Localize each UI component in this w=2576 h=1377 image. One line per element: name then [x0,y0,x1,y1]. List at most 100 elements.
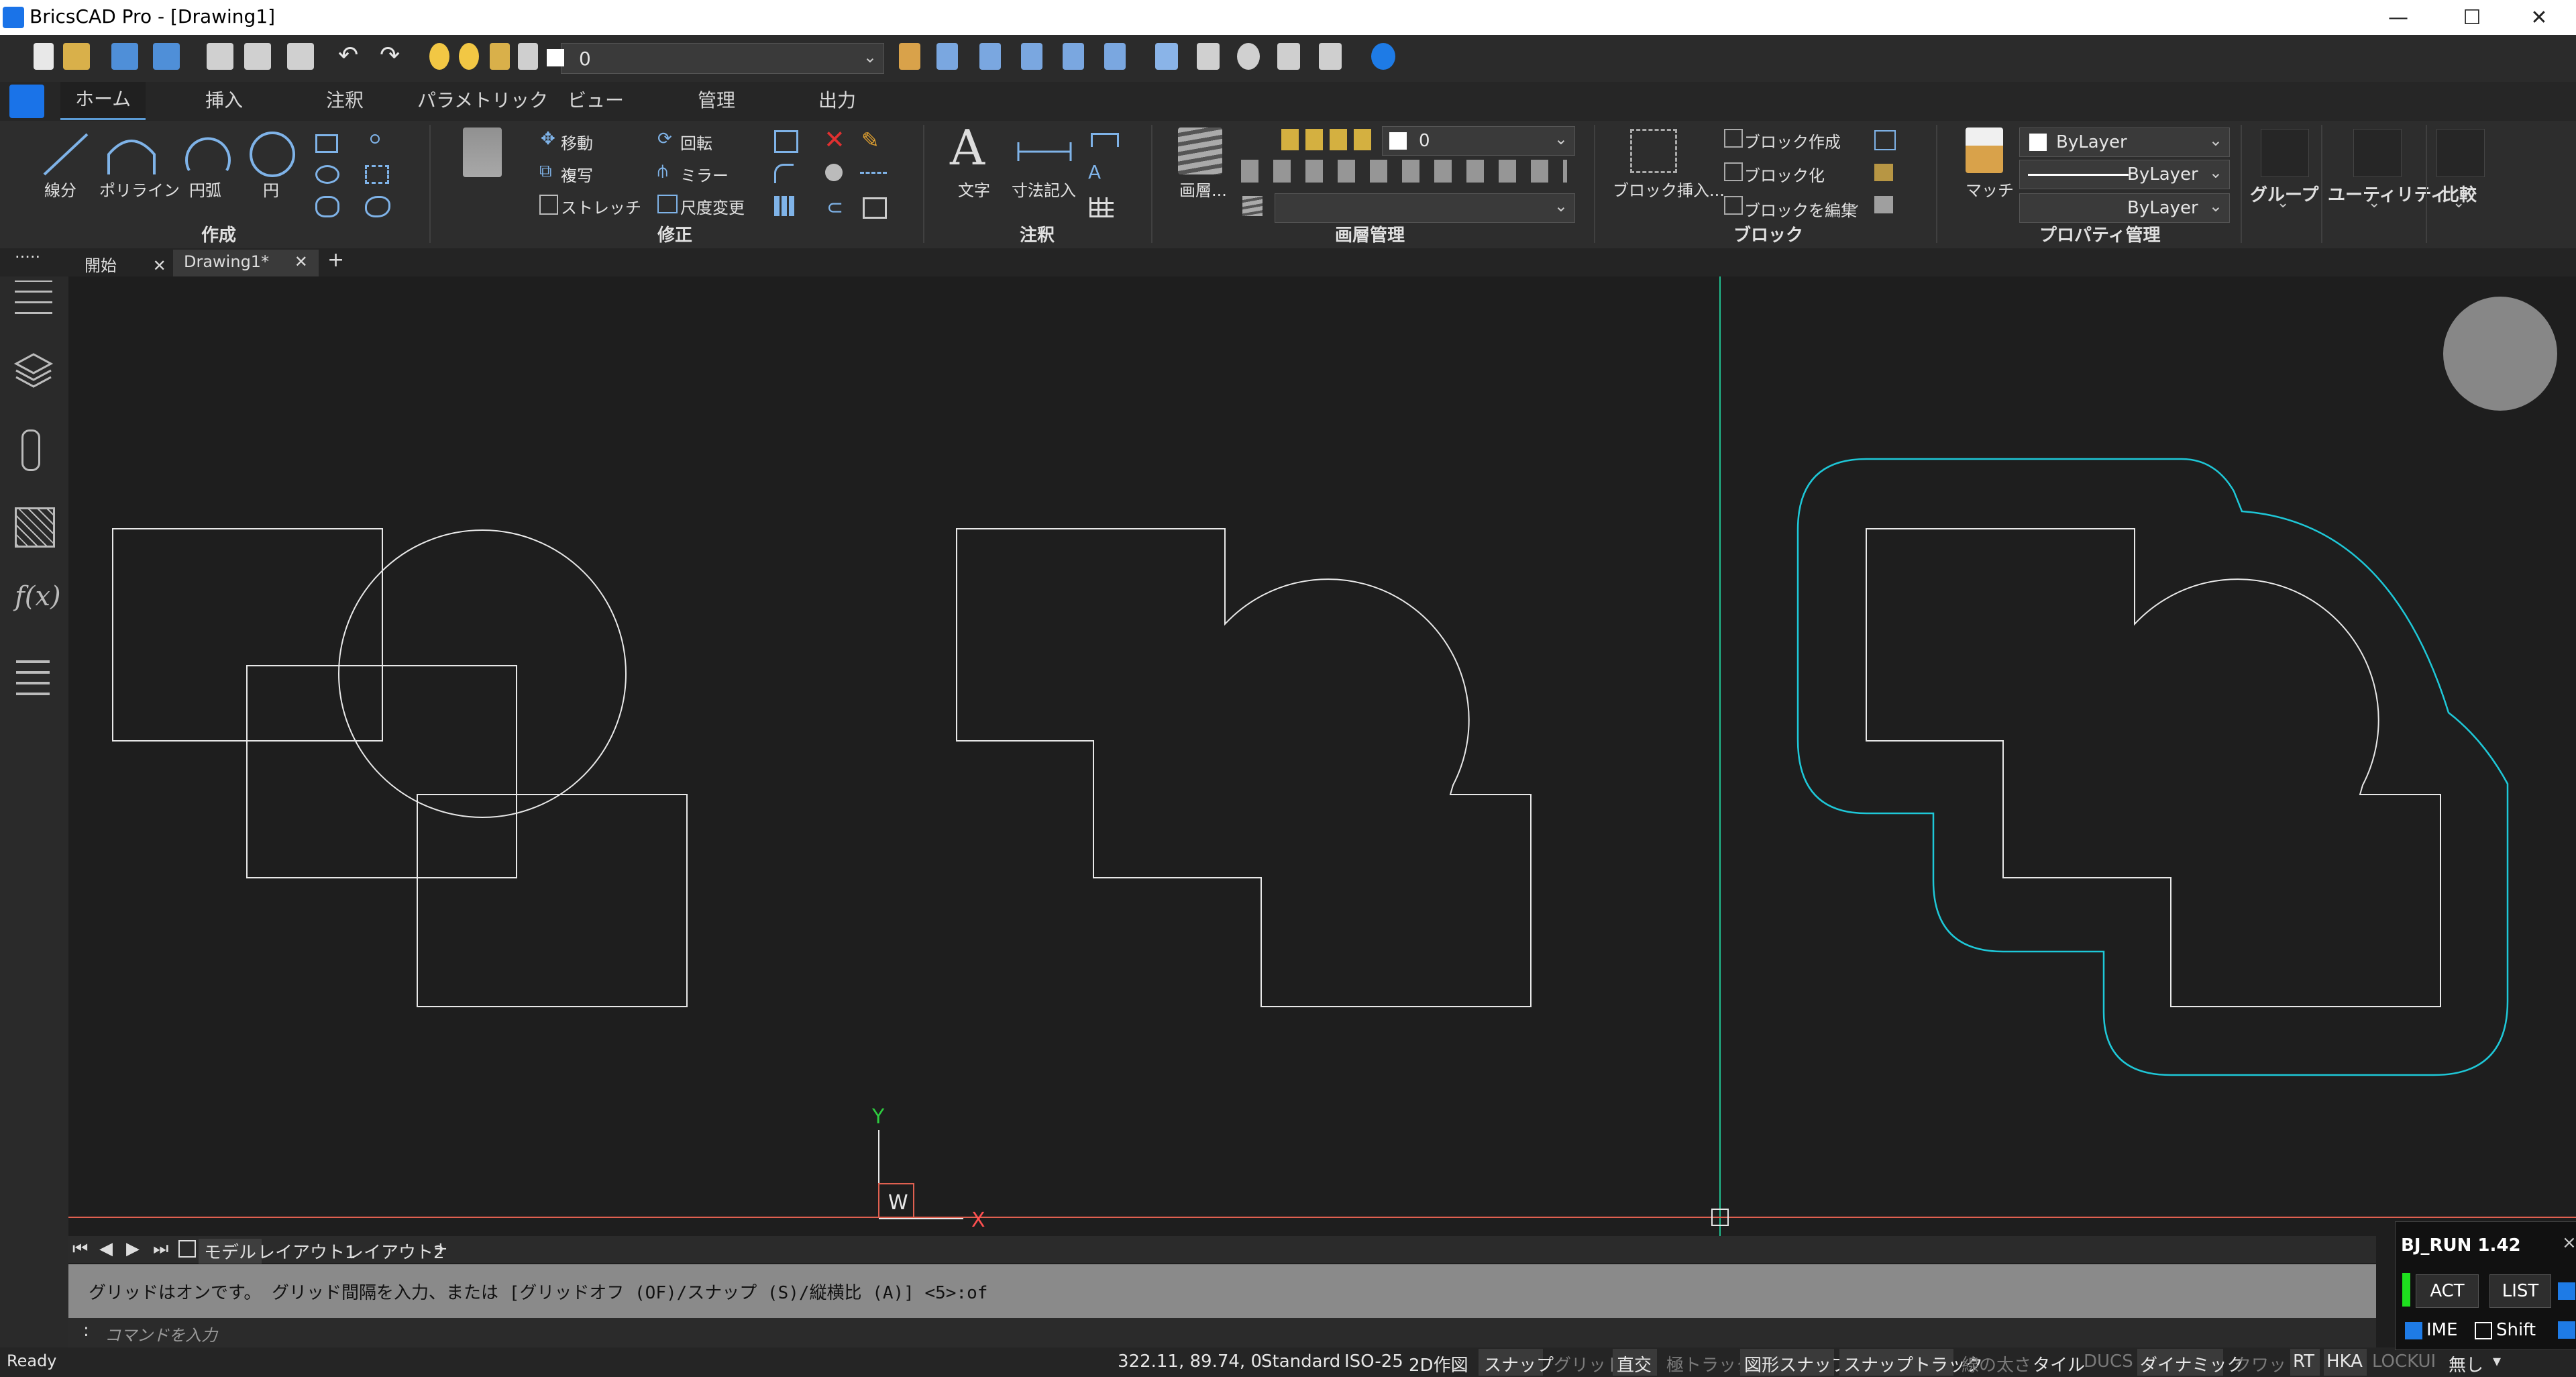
layer-manager-icon[interactable] [1178,128,1222,174]
view-navigation-wheel[interactable] [2443,297,2557,411]
layer-tools-icon-strip[interactable] [1241,160,1567,183]
pick-icon[interactable] [936,43,958,70]
layout-list-icon[interactable] [178,1240,196,1258]
toggle-hka[interactable]: HKA [2326,1352,2363,1372]
fillet-icon[interactable] [774,164,794,183]
next-layout-icon[interactable]: ▶ [126,1239,140,1259]
rectangle-tool-icon[interactable] [315,134,338,153]
text-style[interactable]: Standard [1261,1352,1340,1372]
layer-print-icon[interactable] [518,43,538,70]
copy-button[interactable]: 複写 [561,162,593,186]
edit-block-button[interactable]: ブロックを編集 [1744,197,1857,221]
toggle-dynamic[interactable]: ダイナミック [2140,1352,2244,1376]
shift-checkbox-row[interactable]: Shift [2475,1320,2536,1340]
properties-panel-icon[interactable] [15,280,52,314]
function-icon[interactable]: f(x) [15,581,61,612]
add-tab-button[interactable]: + [317,246,355,276]
plot-icon[interactable] [244,43,271,70]
save-as-icon[interactable] [153,43,180,70]
trim-icon[interactable] [774,130,798,153]
save-icon[interactable] [111,43,138,70]
rectangle-3[interactable] [417,794,688,1007]
tab-model[interactable]: モデル [199,1239,262,1264]
layer-freeze-icon[interactable] [459,43,479,70]
first-layout-icon[interactable]: ⏮ [72,1239,88,1260]
tab-view[interactable]: ビュー [568,86,624,113]
text-style-icon[interactable]: A [1088,161,1101,183]
layer-lock-icon[interactable] [490,43,510,70]
scale-button[interactable]: 尺度変更 [680,195,745,218]
chevron-down-icon[interactable]: ⌄ [1849,196,1861,213]
tab-manage[interactable]: 管理 [698,86,735,113]
lineweight-dropdown[interactable]: ByLayer ⌄ [2019,193,2230,223]
chevron-down-icon[interactable]: ⌄ [2453,195,2465,211]
line-tool-icon[interactable] [39,128,93,181]
pencil-edit-icon[interactable]: ✎ [861,128,879,153]
toggle-ducs[interactable]: DUCS [2084,1352,2133,1372]
toggle-osnap[interactable]: 図形スナップ [1744,1352,1849,1376]
toggle-lineweight[interactable]: 線の太さ [1962,1352,2031,1376]
layers-icon[interactable] [13,350,54,391]
text-tool-icon[interactable]: A [950,119,985,176]
polyline-tool-icon[interactable] [105,128,158,181]
ime-checkbox[interactable] [2405,1321,2422,1339]
layer-state-icons[interactable] [1281,129,1375,150]
insert-block-icon[interactable] [1630,129,1677,173]
select-icon-1[interactable] [979,43,1001,70]
tab-layout2[interactable]: レイアウト2 [346,1239,445,1264]
select-icon-4[interactable] [1104,43,1126,70]
redo-icon[interactable]: ↷ [380,42,400,69]
command-input[interactable]: : コマンドを入力 [68,1318,2376,1347]
layer-dropdown[interactable]: 0 ⌄ [1382,126,1575,156]
select-cycle-icon[interactable] [463,128,502,177]
chevron-down-icon[interactable]: ⌄ [2368,195,2380,211]
list-button[interactable]: LIST [2489,1274,2551,1308]
delete-icon[interactable]: ✕ [824,125,845,154]
hatch-tool-icon[interactable] [315,196,339,217]
create-block-button[interactable]: ブロック作成 [1744,129,1841,152]
select-icon-3[interactable] [1063,43,1084,70]
explode-icon[interactable] [825,164,843,181]
status-menu-icon[interactable]: ▾ [2493,1352,2501,1370]
attachments-icon[interactable] [21,429,40,471]
block-attribute-icon-3[interactable] [1874,196,1893,213]
properties-icon[interactable] [1155,43,1178,70]
eraser-icon[interactable] [1197,43,1220,70]
toggle-snap[interactable]: スナップ [1484,1352,1554,1376]
hatch-library-icon[interactable] [15,507,55,548]
print-preview-icon[interactable] [207,43,233,70]
maximize-button[interactable]: ☐ [2435,0,2509,35]
block-attribute-icon-2[interactable] [1874,164,1893,181]
open-file-icon[interactable] [63,43,90,70]
ime-checkbox-row[interactable]: IME [2405,1320,2458,1340]
circle-tool-icon[interactable] [246,128,299,181]
point-tool-icon[interactable] [370,134,380,144]
color-dropdown[interactable]: ByLayer ⌄ [2019,128,2230,157]
utilities-panel-icon[interactable] [2353,129,2402,177]
annotation-scale[interactable]: 無し [2449,1352,2483,1376]
toggle-rt[interactable]: RT [2293,1352,2314,1372]
close-icon[interactable]: ✕ [294,252,308,271]
dim-style[interactable]: ISO-25 [1344,1352,1403,1372]
drawing-canvas[interactable]: Y X W [68,276,2576,1236]
group-panel-icon[interactable] [2261,129,2309,177]
offset-polyline[interactable] [1796,458,2509,1076]
arc-tool-icon[interactable] [182,128,236,181]
app-menu-button[interactable] [9,85,44,118]
render-icon[interactable] [1319,43,1342,70]
act-button[interactable]: ACT [2416,1274,2479,1308]
layer-states-icon[interactable] [1277,43,1300,70]
move-button[interactable]: 移動 [561,130,593,154]
array-icon[interactable] [774,196,794,216]
layer-state-dropdown[interactable]: ⌄ [1275,193,1575,223]
qat-layer-dropdown[interactable]: 0 ⌄ [547,43,884,74]
revcloud-tool-icon[interactable] [365,196,390,217]
chevron-down-icon[interactable]: ⌄ [2277,195,2289,211]
compare-panel-icon[interactable] [2436,129,2485,177]
linear-dim-icon[interactable] [1091,133,1119,147]
tab-layout1[interactable]: レイアウト1 [258,1239,356,1264]
linetype-dropdown[interactable]: ByLayer ⌄ [2019,160,2230,189]
dashed-line-icon[interactable] [860,172,887,174]
ellipse-tool-icon[interactable] [315,165,339,184]
workspace[interactable]: 2D作図 [1409,1352,1468,1376]
